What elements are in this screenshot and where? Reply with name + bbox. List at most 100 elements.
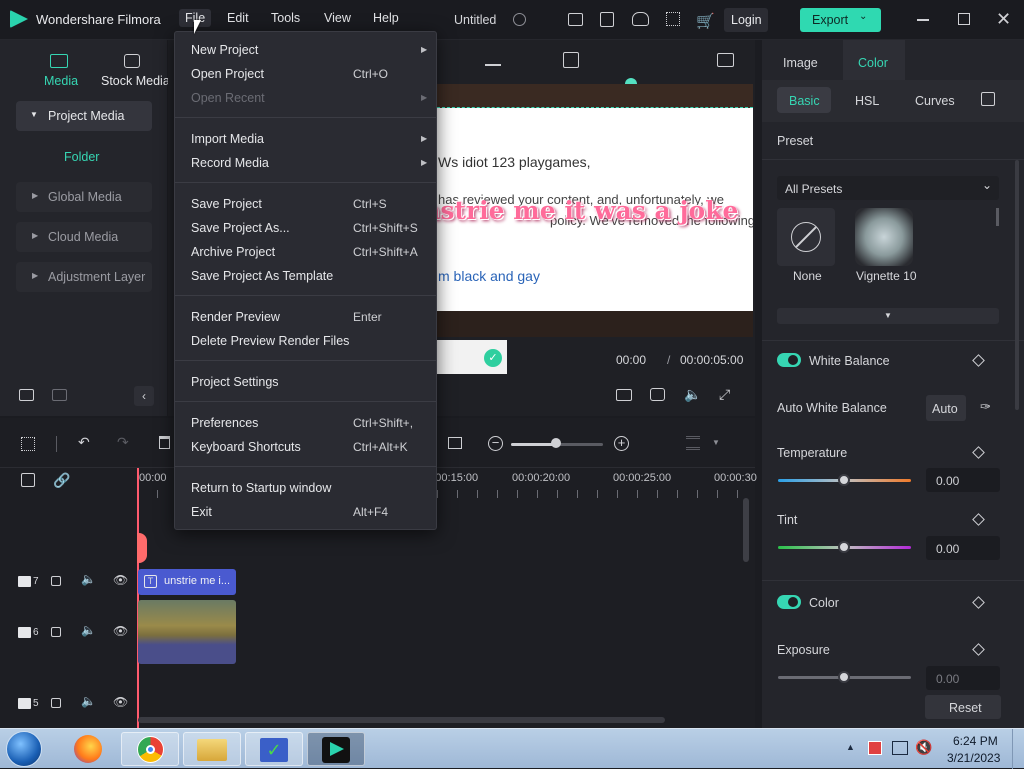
audio-icon[interactable]: 🔈 [81,694,96,708]
menu-open-project[interactable]: Open Project [191,67,431,81]
menu-new-project[interactable]: New Project [191,43,431,57]
preset-select[interactable]: All Presets ⌄ [777,176,999,200]
preset-none[interactable] [777,208,835,266]
auto-wb-button[interactable]: Auto [926,395,966,421]
adjustment-layer-item[interactable]: ▶ Adjustment Layer [16,262,152,292]
menu-exit[interactable]: Exit [191,505,431,519]
eye-icon[interactable]: 👁 [113,624,128,638]
text-clip[interactable]: T unstrie me i... [138,569,236,595]
lock-icon[interactable] [51,698,61,708]
explorer-taskbar-button[interactable] [183,732,241,766]
keyframe-icon[interactable] [972,596,985,609]
clock-time[interactable]: 6:24 PM [953,734,998,748]
folder-item[interactable]: Folder [64,150,99,164]
maximize-icon[interactable] [958,13,970,25]
preset-scrollbar[interactable] [996,208,999,226]
cloud-media-item[interactable]: ▶ Cloud Media [16,222,152,252]
tint-value[interactable]: 0.00 [926,536,1000,560]
lock-icon[interactable] [51,576,61,586]
show-desktop-button[interactable] [1012,729,1024,769]
zoom-slider-knob[interactable] [551,438,561,448]
keyframe-icon[interactable] [972,643,985,656]
playhead-line[interactable] [137,468,139,728]
timeline-hscroll[interactable] [138,717,665,723]
undo-icon[interactable]: ↶ [78,434,90,451]
render-preview-icon[interactable] [616,389,632,401]
close-icon[interactable]: ✕ [996,9,1011,30]
firefox-icon[interactable] [74,735,102,763]
redo-icon[interactable]: ↷ [117,434,129,451]
keyframe-icon[interactable] [972,354,985,367]
collapse-panel-icon[interactable]: ‹ [134,386,154,406]
templates-icon[interactable] [563,52,579,68]
temperature-knob[interactable] [838,474,850,486]
white-balance-toggle[interactable] [777,353,801,367]
menu-render-preview[interactable]: Render Preview [191,310,431,324]
tint-knob[interactable] [838,541,850,553]
project-media-item[interactable]: ▼ Project Media [16,101,152,131]
link-icon[interactable]: 🔗 [53,472,70,489]
volume-icon[interactable]: 🔈 [684,386,701,403]
menu-record-media[interactable]: Record Media [191,156,431,170]
color-toggle[interactable] [777,595,801,609]
cart-icon[interactable]: 🛒 [696,12,715,30]
cloud-upload-icon[interactable] [632,12,649,26]
panel-scrollbar[interactable] [1015,160,1019,410]
folder-icon[interactable] [52,389,67,401]
chevron-down-icon[interactable]: ▼ [712,438,720,447]
menu-project-settings[interactable]: Project Settings [191,375,431,389]
subtab-basic[interactable]: Basic [777,87,831,113]
zoom-in-icon[interactable]: + [614,436,629,451]
exposure-knob[interactable] [838,671,850,683]
tray-volume-icon[interactable]: 🔇 [915,739,932,756]
menu-import-media[interactable]: Import Media [191,132,431,146]
login-button[interactable]: Login [724,8,768,32]
preset-expand[interactable]: ▼ [777,308,999,324]
lock-icon[interactable] [51,627,61,637]
tray-flag-icon[interactable] [868,741,882,755]
clock-date[interactable]: 3/21/2023 [947,751,1000,765]
reset-button[interactable]: Reset [925,695,1001,719]
add-track-icon[interactable] [21,473,35,487]
menu-delete-preview[interactable]: Delete Preview Render Files [191,334,431,348]
start-button[interactable] [6,731,42,767]
audio-icon[interactable]: 🔈 [81,623,96,637]
menu-save-project[interactable]: Save Project [191,197,431,211]
playhead-handle[interactable] [137,533,147,563]
export-button[interactable]: Export ⌄ [800,8,881,32]
filmora-taskbar-button[interactable] [307,732,365,766]
temperature-value[interactable]: 0.00 [926,468,1000,492]
save-preset-icon[interactable] [981,92,995,106]
stock-media-tab[interactable]: Stock Media [99,52,170,90]
menu-return-startup[interactable]: Return to Startup window [191,481,431,495]
tray-expand-icon[interactable]: ▲ [846,742,855,752]
eye-icon[interactable]: 👁 [113,573,128,587]
app-taskbar-button[interactable]: ✓ [245,732,303,766]
fullscreen-icon[interactable]: ⤢ [719,386,730,403]
image-adjust-icon[interactable] [717,53,734,67]
eye-icon[interactable]: 👁 [113,695,128,709]
audio-icon[interactable]: 🔈 [81,572,96,586]
zoom-out-icon[interactable]: − [488,436,503,451]
subtab-curves[interactable]: Curves [915,94,955,108]
layout-grid-icon[interactable] [21,437,35,451]
tray-network-icon[interactable] [892,741,908,755]
keyframe-icon[interactable] [972,513,985,526]
subtab-hsl[interactable]: HSL [855,94,879,108]
layout-icon[interactable] [568,13,583,26]
menu-help[interactable]: Help [373,11,399,25]
video-clip[interactable] [138,600,236,664]
menu-tools[interactable]: Tools [271,11,300,25]
menu-save-as-template[interactable]: Save Project As Template [191,269,431,283]
snapshot-icon[interactable] [650,388,665,401]
menu-view[interactable]: View [324,11,351,25]
keyframe-icon[interactable] [972,446,985,459]
menu-edit[interactable]: Edit [227,11,249,25]
tab-color[interactable]: Color [843,40,905,80]
fit-timeline-icon[interactable] [448,437,462,449]
timeline-vscroll[interactable] [743,498,749,562]
global-media-item[interactable]: ▶ Global Media [16,182,152,212]
minimize-icon[interactable] [917,19,929,21]
chrome-taskbar-button[interactable] [121,732,179,766]
delete-icon[interactable] [159,436,170,449]
